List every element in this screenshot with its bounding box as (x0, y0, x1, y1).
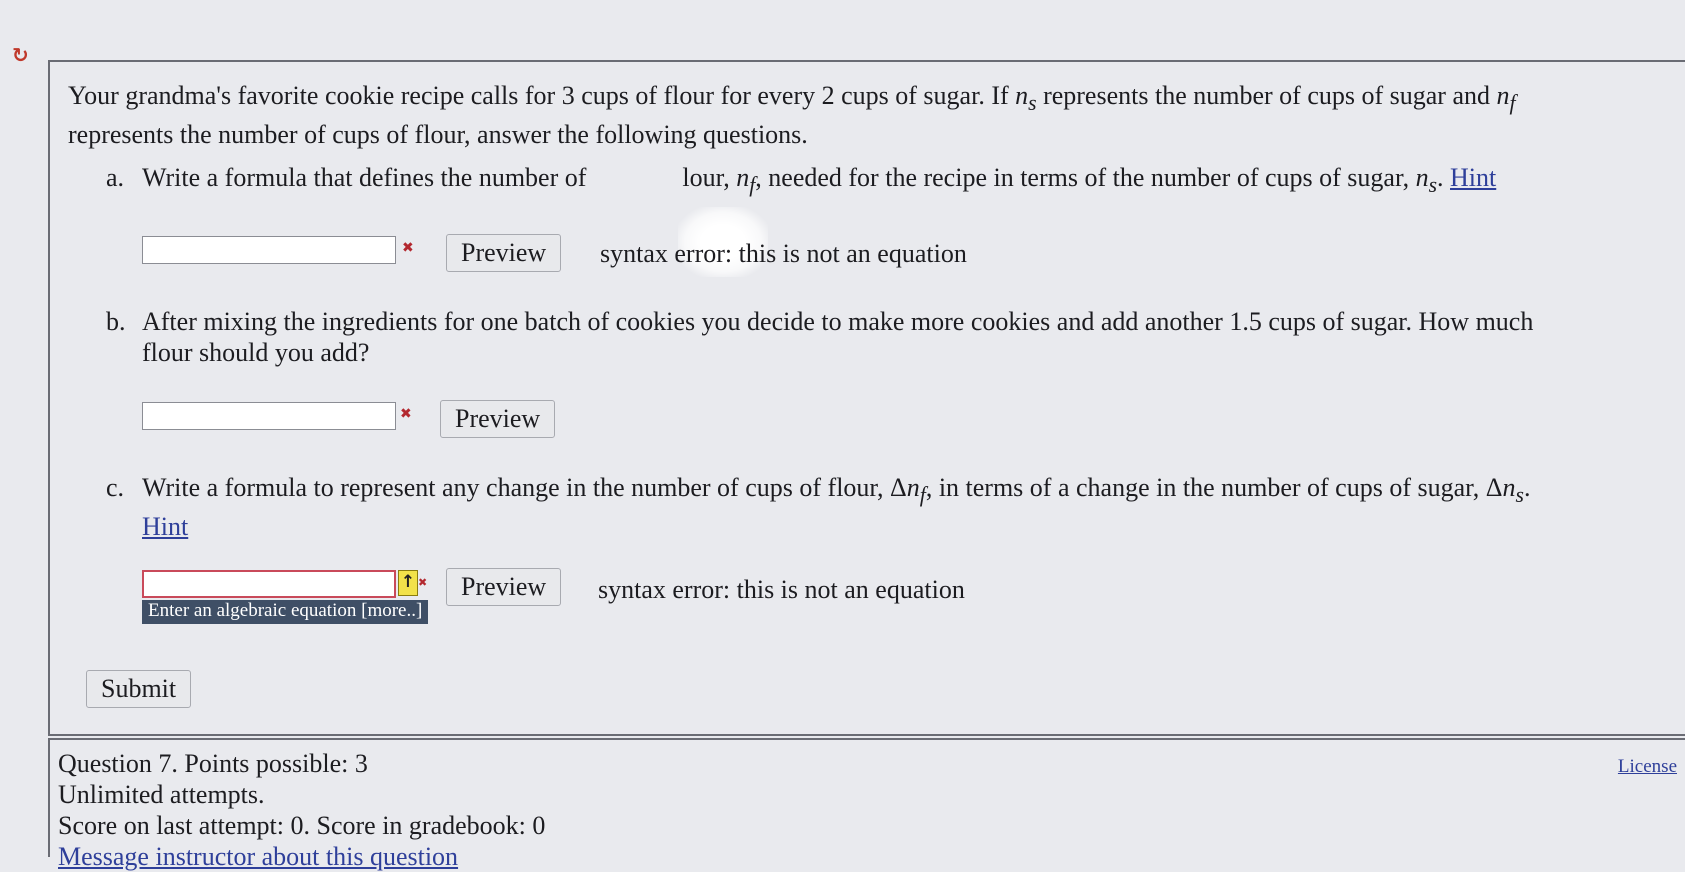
submit-button[interactable]: Submit (86, 670, 192, 708)
syntax-error-c: syntax error: this is not an equation (598, 575, 965, 604)
preview-button-c[interactable]: Preview (446, 568, 562, 606)
preview-button-a[interactable]: Preview (446, 234, 562, 272)
incorrect-icon-c: ✖ (418, 576, 428, 589)
question-footer: Question 7. Points possible: 3 Unlimited… (48, 738, 1685, 871)
question-box: Your grandma's favorite cookie recipe ca… (48, 60, 1685, 736)
preview-button-b[interactable]: Preview (440, 400, 556, 438)
incorrect-icon-a: ✖ (402, 240, 414, 256)
input-tooltip[interactable]: Enter an algebraic equation [more..] (142, 600, 429, 624)
license-link[interactable]: License (1618, 756, 1677, 778)
answer-input-c[interactable] (142, 570, 396, 598)
attempts-info: Unlimited attempts. (58, 780, 265, 809)
hint-link-a[interactable]: Hint (1450, 163, 1496, 192)
incorrect-icon-b: ✖ (400, 406, 412, 422)
hint-link-c[interactable]: Hint (142, 512, 188, 541)
syntax-error-a: syntax error: this is not an equation (600, 239, 967, 268)
question-intro: Your grandma's favorite cookie recipe ca… (68, 81, 1516, 150)
score-info: Score on last attempt: 0. Score in grade… (58, 811, 546, 840)
points-possible: Question 7. Points possible: 3 (58, 749, 368, 778)
reload-icon[interactable]: ↻ (12, 44, 34, 66)
answer-input-b[interactable] (142, 402, 396, 430)
arrow-up-icon[interactable]: ↑ (398, 570, 418, 596)
answer-input-a[interactable] (142, 236, 396, 264)
